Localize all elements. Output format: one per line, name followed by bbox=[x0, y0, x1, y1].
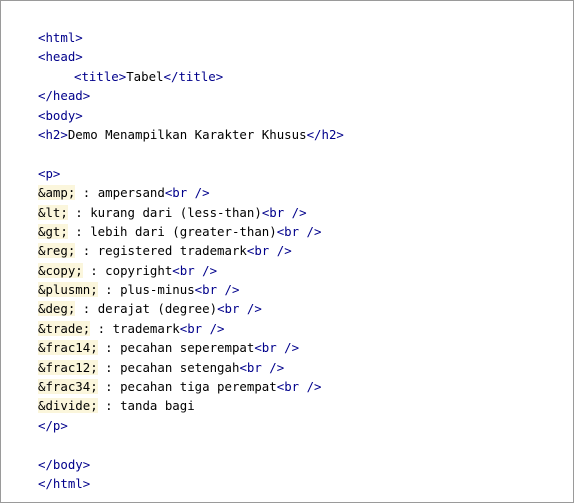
code-text: Demo Menampilkan Karakter Khusus bbox=[67, 126, 307, 142]
code-line: &deg; : derajat (degree)<br /> bbox=[38, 299, 344, 318]
code-text: : derajat (degree) bbox=[75, 301, 218, 317]
code-line: </body> bbox=[38, 455, 344, 474]
code-entity: &frac12; bbox=[38, 359, 98, 375]
code-line: <body> bbox=[38, 106, 344, 125]
code-entity: &gt; bbox=[38, 223, 68, 239]
code-text: : pecahan seperempat bbox=[97, 340, 255, 356]
code-text: : pecahan tiga perempat bbox=[97, 379, 277, 395]
code-tag: <html> bbox=[38, 30, 83, 45]
code-line: </head> bbox=[38, 86, 344, 105]
code-line: <h2>Demo Menampilkan Karakter Khusus</h2… bbox=[38, 125, 344, 144]
code-entity: &amp; bbox=[38, 185, 76, 201]
code-text: : lebih dari (greater-than) bbox=[67, 223, 277, 239]
code-line: &lt; : kurang dari (less-than)<br /> bbox=[38, 203, 344, 222]
code-tag: <br /> bbox=[179, 320, 225, 336]
code-line: &trade; : trademark<br /> bbox=[38, 319, 344, 338]
code-text: Tabel bbox=[126, 68, 164, 84]
code-tag: <h2> bbox=[38, 126, 68, 142]
code-entity: &trade; bbox=[38, 320, 91, 336]
code-text: : registered trademark bbox=[75, 243, 247, 259]
code-tag: <p> bbox=[38, 165, 61, 181]
code-tag: <head> bbox=[38, 49, 83, 65]
code-tag: <br /> bbox=[276, 223, 322, 239]
code-text: : pecahan setengah bbox=[97, 359, 240, 375]
code-line: &amp; : ampersand<br /> bbox=[38, 183, 344, 202]
code-tag: <title> bbox=[74, 68, 127, 84]
code-tag: </h2> bbox=[306, 126, 344, 142]
code-line: &reg; : registered trademark<br /> bbox=[38, 241, 344, 260]
code-line: &divide; : tanda bagi bbox=[38, 396, 344, 415]
code-line: &gt; : lebih dari (greater-than)<br /> bbox=[38, 222, 344, 241]
code-entity: &frac14; bbox=[38, 340, 98, 356]
code-tag: </head> bbox=[38, 88, 91, 104]
code-line: </html> bbox=[38, 474, 344, 493]
code-view[interactable]: <html> <head> <title>Tabel</title> </head> <… bbox=[38, 28, 344, 493]
code-tag: </p> bbox=[38, 417, 68, 433]
code-text: : ampersand bbox=[75, 185, 165, 201]
code-line: &plusmn; : plus-minus<br /> bbox=[38, 280, 344, 299]
code-tag: </body> bbox=[38, 456, 91, 472]
code-tag: <br /> bbox=[172, 262, 218, 278]
code-tag: </title> bbox=[163, 68, 224, 84]
code-tag: <br /> bbox=[261, 204, 307, 220]
code-line: <title>Tabel</title> bbox=[38, 67, 344, 86]
code-tag: </html> bbox=[38, 475, 91, 491]
code-line: <p> bbox=[38, 164, 344, 183]
code-tag: <br /> bbox=[164, 185, 210, 201]
code-entity: &plusmn; bbox=[38, 282, 98, 298]
code-entity: &copy; bbox=[38, 262, 83, 278]
code-line: <html> bbox=[38, 28, 344, 47]
code-entity: &deg; bbox=[38, 301, 76, 317]
code-tag: <br /> bbox=[194, 282, 240, 298]
code-tag: <br /> bbox=[276, 379, 322, 395]
code-entity: &divide; bbox=[38, 398, 98, 414]
code-tag: <br /> bbox=[239, 359, 285, 375]
code-text: : trademark bbox=[90, 320, 180, 336]
code-line: &frac12; : pecahan setengah<br /> bbox=[38, 358, 344, 377]
code-text: : tanda bagi bbox=[97, 398, 195, 414]
code-tag: <br /> bbox=[246, 243, 292, 259]
code-text: : kurang dari (less-than) bbox=[67, 204, 262, 220]
code-entity: &frac34; bbox=[38, 379, 98, 395]
code-line: <head> bbox=[38, 47, 344, 66]
code-tag: <br /> bbox=[254, 340, 300, 356]
code-text: : copyright bbox=[82, 262, 173, 278]
code-entity: &lt; bbox=[38, 204, 68, 220]
code-line: &copy; : copyright<br /> bbox=[38, 261, 344, 280]
code-text: : plus-minus bbox=[97, 282, 195, 298]
code-tag: <body> bbox=[38, 107, 83, 123]
code-line: </p> bbox=[38, 416, 344, 435]
code-editor-window: <html> <head> <title>Tabel</title> </head> <… bbox=[0, 0, 574, 503]
code-line: &frac14; : pecahan seperempat<br /> bbox=[38, 338, 344, 357]
code-tag: <br /> bbox=[217, 301, 262, 317]
code-entity: &reg; bbox=[38, 243, 76, 259]
code-line: &frac34; : pecahan tiga perempat<br /> bbox=[38, 377, 344, 396]
